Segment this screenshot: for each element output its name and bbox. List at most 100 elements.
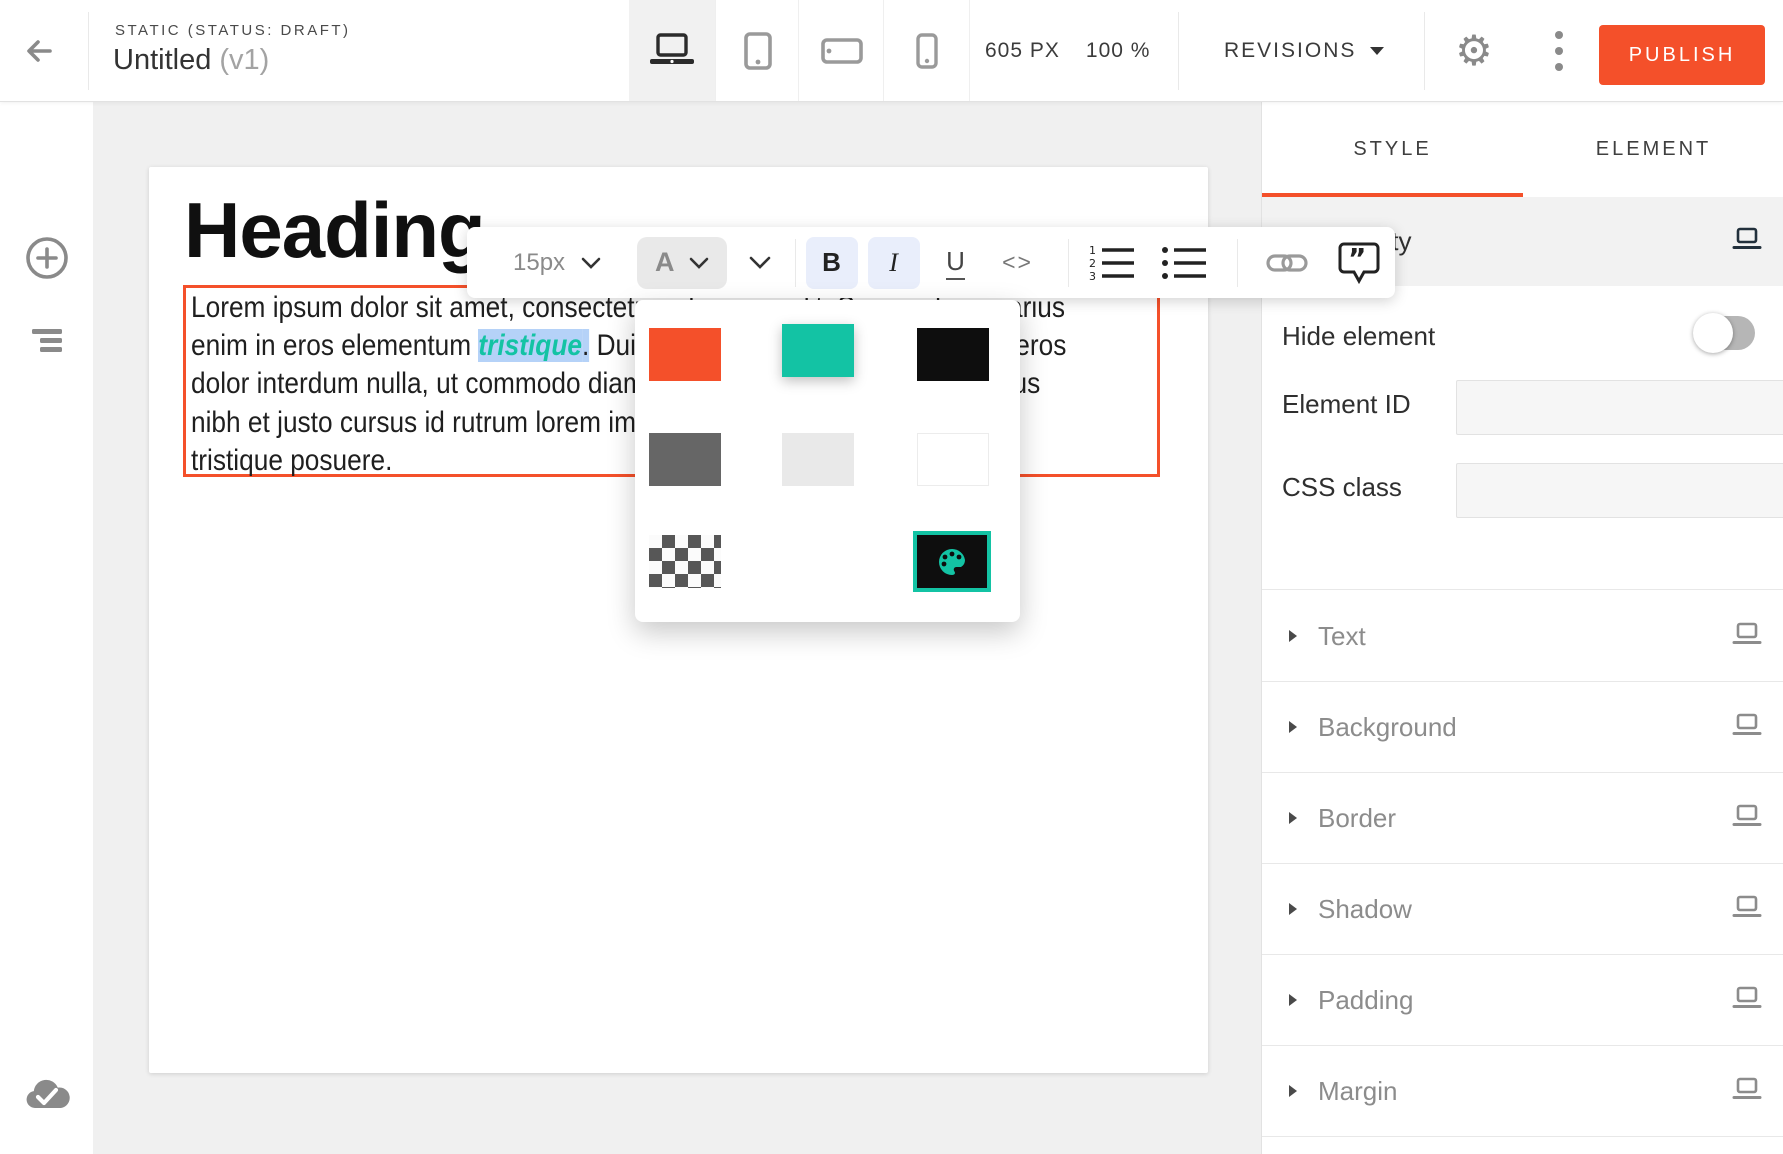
device-scope-icon (1732, 804, 1762, 828)
tab-element[interactable]: ELEMENT (1523, 101, 1783, 197)
quote-button[interactable]: ” (1330, 237, 1388, 289)
svg-text:”: ” (1348, 242, 1366, 275)
preview-desktop-button[interactable] (629, 0, 715, 101)
underline-button[interactable]: U (930, 237, 982, 289)
settings-button[interactable]: ⚙ (1449, 0, 1499, 101)
css-class-input[interactable] (1456, 463, 1783, 518)
ordered-list-button[interactable]: 1 2 3 (1083, 237, 1141, 289)
section-border[interactable]: Border (1262, 772, 1783, 864)
svg-text:1: 1 (1089, 245, 1096, 257)
back-arrow-icon (20, 30, 62, 72)
publish-button[interactable]: PUBLISH (1599, 25, 1765, 85)
back-button[interactable] (20, 30, 62, 72)
swatch-black[interactable] (917, 328, 989, 381)
bold-button[interactable]: B (806, 237, 858, 289)
link-button[interactable] (1258, 237, 1316, 289)
viewport-measure: 605 PX 100 % (985, 0, 1150, 101)
divider (795, 239, 796, 287)
swatch-custom-color[interactable] (913, 531, 991, 592)
font-size-value: 15px (513, 249, 565, 277)
device-scope-icon (1732, 986, 1762, 1010)
highlight-color-dropdown[interactable] (749, 256, 771, 269)
divider (1237, 239, 1238, 287)
divider (1424, 12, 1425, 90)
kebab-menu-icon (1555, 31, 1563, 39)
outline-list-icon (31, 327, 63, 353)
section-padding[interactable]: Padding (1262, 954, 1783, 1046)
swatch-teal[interactable] (782, 324, 854, 377)
text-color-label: A (655, 247, 675, 278)
hide-element-label: Hide element (1282, 321, 1435, 352)
swatch-dark-gray[interactable] (649, 433, 721, 486)
chevron-right-icon (1289, 812, 1297, 824)
editor-window: STATIC (STATUS: DRAFT) Untitled(v1) (0, 0, 1783, 1154)
chevron-right-icon (1289, 1085, 1297, 1097)
cloud-check-icon (23, 1077, 71, 1113)
divider (88, 12, 89, 90)
color-picker-popup (635, 300, 1020, 622)
italic-button[interactable]: I (868, 237, 920, 289)
chevron-down-icon (749, 256, 771, 269)
top-bar: STATIC (STATUS: DRAFT) Untitled(v1) (0, 0, 1783, 102)
text-color-button[interactable]: A (637, 237, 727, 289)
left-rail (0, 101, 93, 1154)
title-version: (v1) (219, 44, 269, 76)
swatch-transparent[interactable] (649, 535, 721, 588)
quote-icon: ” (1336, 240, 1382, 286)
ordered-list-icon: 1 2 3 (1088, 245, 1136, 281)
more-menu-button[interactable] (1543, 0, 1575, 101)
revisions-dropdown[interactable]: REVISIONS (1224, 0, 1384, 101)
canvas-heading[interactable]: Heading (184, 185, 485, 276)
divider (1068, 239, 1069, 287)
section-background[interactable]: Background (1262, 681, 1783, 773)
document-status: STATIC (STATUS: DRAFT) (115, 22, 351, 39)
tab-style[interactable]: STYLE (1262, 101, 1523, 197)
preview-phone-button[interactable] (883, 0, 970, 101)
gear-icon: ⚙ (1455, 26, 1493, 75)
palette-icon (935, 547, 969, 577)
font-size-dropdown[interactable]: 15px (513, 249, 601, 277)
plus-circle-icon (24, 235, 70, 281)
outline-button[interactable] (0, 327, 93, 353)
chevron-right-icon (1289, 630, 1297, 642)
element-id-label: Element ID (1282, 389, 1411, 420)
device-scope-icon (1732, 227, 1762, 251)
viewport-width: 605 PX (985, 39, 1060, 63)
section-shadow[interactable]: Shadow (1262, 863, 1783, 955)
swatch-orange[interactable] (649, 328, 721, 381)
phone-icon (916, 33, 938, 69)
bullet-list-button[interactable] (1155, 237, 1213, 289)
add-element-button[interactable] (0, 235, 93, 281)
swatch-light-gray[interactable] (782, 433, 854, 486)
chevron-down-icon (581, 257, 601, 269)
caret-down-icon (1370, 47, 1384, 55)
preview-tablet-button[interactable] (715, 0, 799, 101)
link-icon (1266, 250, 1308, 276)
laptop-icon (648, 32, 696, 70)
chevron-right-icon (1289, 994, 1297, 1006)
bullet-list-icon (1160, 245, 1208, 281)
document-title: Untitled(v1) (113, 44, 269, 77)
preview-tablet-landscape-button[interactable] (798, 0, 884, 101)
code-button[interactable]: <> (992, 237, 1044, 289)
save-status-indicator (0, 1077, 93, 1113)
device-scope-icon (1732, 622, 1762, 646)
title-text: Untitled (113, 44, 211, 76)
selected-word: tristique (478, 329, 582, 362)
panel-tabs: STYLE ELEMENT (1262, 101, 1783, 197)
device-scope-icon (1732, 713, 1762, 737)
chevron-right-icon (1289, 903, 1297, 915)
rich-text-toolbar: 15px A B I U <> 1 2 3 (467, 227, 1395, 298)
section-text[interactable]: Text (1262, 590, 1783, 682)
element-id-input[interactable] (1456, 380, 1783, 435)
toggle-knob (1693, 313, 1733, 353)
chevron-down-icon (689, 257, 709, 269)
hide-element-toggle[interactable] (1695, 316, 1755, 350)
svg-text:2: 2 (1089, 257, 1096, 270)
section-margin[interactable]: Margin (1262, 1045, 1783, 1137)
chevron-right-icon (1289, 721, 1297, 733)
device-scope-icon (1732, 895, 1762, 919)
device-scope-icon (1732, 1077, 1762, 1101)
swatch-white[interactable] (917, 433, 989, 486)
svg-text:3: 3 (1089, 270, 1096, 281)
